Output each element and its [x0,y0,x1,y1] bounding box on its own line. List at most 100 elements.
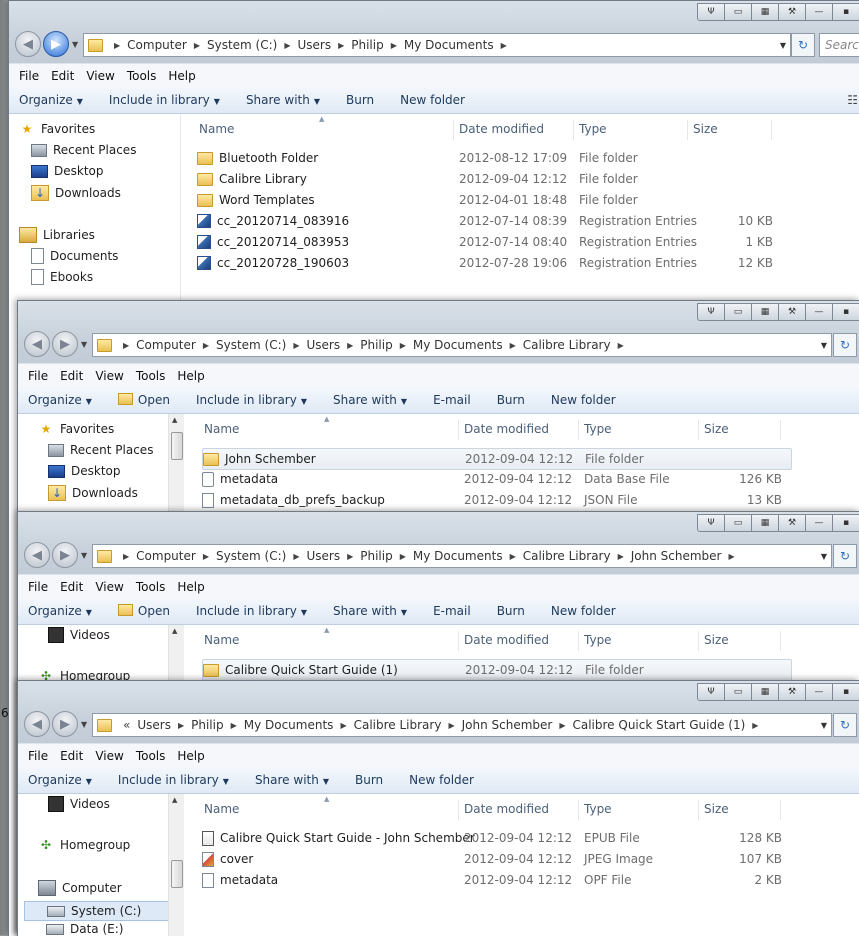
toolbar-open-button[interactable]: Open [117,393,170,407]
menu-item-edit[interactable]: Edit [60,369,83,383]
minimize-icon[interactable]: — [806,683,833,701]
toolbar-include-in-library-button[interactable]: Include in library ▼ [118,773,229,787]
column-separator[interactable] [698,800,699,820]
menu-item-view[interactable]: View [95,369,123,383]
breadcrumb-separator-icon[interactable]: ▶ [338,41,344,50]
refresh-icon[interactable]: ↻ [833,544,857,568]
column-header-type[interactable]: Type [579,114,607,144]
close-icon[interactable]: ▪ [833,683,859,701]
scroll-up-icon[interactable]: ▲ [172,627,177,635]
toolbar-new-folder-button[interactable]: New folder [551,393,616,407]
breadcrumb-item[interactable]: Users [306,549,340,563]
menu-item-help[interactable]: Help [168,69,195,83]
menu-item-file[interactable]: File [19,69,39,83]
nav-item-documents[interactable]: Documents [31,248,118,264]
pin-icon[interactable]: Ψ [697,514,725,532]
breadcrumb-item[interactable]: My Documents [413,549,503,563]
grid-icon[interactable]: ▦ [752,3,779,21]
file-row[interactable]: John Schember 2012-09-04 12:12 File folder [202,448,792,470]
column-header-name[interactable]: Name [204,414,239,444]
breadcrumb-item[interactable]: Calibre Quick Start Guide (1) [572,718,745,732]
breadcrumb-item[interactable]: Calibre Library [523,549,611,563]
address-bar[interactable]: « Users ▶ Philip ▶ My Documents ▶ Calibre Libra… [92,713,832,737]
breadcrumb-item[interactable]: Philip [351,38,383,52]
toolbar-organize-button[interactable]: Organize ▼ [19,93,83,107]
back-arrow-icon[interactable]: ◀ [24,542,50,568]
column-header-name[interactable]: Name [204,794,239,824]
breadcrumb-separator-icon[interactable]: ▶ [347,552,353,561]
file-row[interactable]: cc_20120714_083953 2012-07-14 08:40 Regist… [197,232,781,252]
column-header-size[interactable]: Size [704,414,729,444]
toolbar-new-folder-button[interactable]: New folder [400,93,465,107]
back-arrow-icon[interactable]: ◀ [15,31,41,57]
history-dropdown-icon[interactable]: ▼ [72,40,78,49]
breadcrumb-separator-icon[interactable]: ▶ [203,341,209,350]
file-row[interactable]: metadata_db_prefs_backup 2012-09-04 12:12… [202,490,790,510]
column-separator[interactable] [780,631,781,651]
file-row[interactable]: cc_20120714_083916 2012-07-14 08:39 Regist… [197,211,781,231]
column-separator[interactable] [780,420,781,440]
breadcrumb-item[interactable]: My Documents [244,718,334,732]
column-separator[interactable] [687,120,688,140]
address-dropdown-icon[interactable]: ▼ [821,721,827,730]
nav-item-data-e-[interactable]: Data (E:) [46,922,123,936]
toolbar-organize-button[interactable]: Organize ▼ [28,773,92,787]
column-separator[interactable] [698,420,699,440]
nav-item-favorites[interactable]: ★ Favorites [38,422,115,436]
nav-item-favorites[interactable]: ★ Favorites [19,122,96,136]
column-separator[interactable] [771,120,772,140]
address-dropdown-icon[interactable]: ▼ [821,341,827,350]
breadcrumb-separator-icon[interactable]: ▶ [231,721,237,730]
address-bar[interactable]: ▶ Computer ▶ System (C:) ▶ Users ▶ Philip ▶ My Do… [83,33,791,57]
forward-arrow-icon[interactable]: ▶ [52,542,78,568]
scroll-thumb[interactable] [171,860,183,888]
nav-item-recent-places[interactable]: Recent Places [48,443,153,457]
history-dropdown-icon[interactable]: ▼ [81,720,87,729]
column-header-date[interactable]: Date modified [464,794,549,824]
toolbar-burn-button[interactable]: Burn [346,93,374,107]
menu-item-help[interactable]: Help [177,580,204,594]
breadcrumb-separator-icon[interactable]: ▶ [293,341,299,350]
minimize-icon[interactable]: — [806,3,833,21]
toolbar-e-mail-button[interactable]: E-mail [433,393,471,407]
nav-item-computer[interactable]: Computer [38,880,122,896]
breadcrumb-item[interactable]: Calibre Library [523,338,611,352]
breadcrumb-item[interactable]: John Schember [631,549,722,563]
breadcrumb-item[interactable]: John Schember [462,718,553,732]
breadcrumb-separator-icon[interactable]: ▶ [178,721,184,730]
nav-item-desktop[interactable]: Desktop [31,164,104,178]
column-header-name[interactable]: Name [204,625,239,655]
menu-item-edit[interactable]: Edit [51,69,74,83]
history-dropdown-icon[interactable]: ▼ [81,551,87,560]
file-row[interactable]: metadata 2012-09-04 12:12 OPF File 2 KB [202,870,790,890]
breadcrumb-separator-icon[interactable]: ▶ [123,341,129,350]
menu-item-view[interactable]: View [95,580,123,594]
address-bar[interactable]: ▶ Computer ▶ System (C:) ▶ Users ▶ Philip ▶ My Do… [92,333,832,357]
breadcrumb-item[interactable]: Computer [136,549,196,563]
toolbar-burn-button[interactable]: Burn [355,773,383,787]
breadcrumb-separator-icon[interactable]: ▶ [618,341,624,350]
path-overflow-icon[interactable]: « [123,718,130,732]
file-row[interactable]: cc_20120728_190603 2012-07-28 19:06 Regist… [197,253,781,273]
refresh-icon[interactable]: ↻ [833,713,857,737]
menu-item-view[interactable]: View [95,749,123,763]
toolbar-e-mail-button[interactable]: E-mail [433,604,471,618]
toolbar-include-in-library-button[interactable]: Include in library ▼ [196,393,307,407]
forward-arrow-icon[interactable]: ▶ [43,31,69,57]
column-header-size[interactable]: Size [693,114,718,144]
breadcrumb-separator-icon[interactable]: ▶ [293,552,299,561]
toolbar-share-with-button[interactable]: Share with ▼ [255,773,329,787]
grid-icon[interactable]: ▦ [752,514,779,532]
toolbar-share-with-button[interactable]: Share with ▼ [246,93,320,107]
grid-icon[interactable]: ▦ [752,683,779,701]
close-icon[interactable]: ▪ [833,3,859,21]
nav-item-libraries[interactable]: Libraries [19,227,95,243]
explorer-window-quick-start-guide[interactable]: Ψ ▭ ▦ ⚒ — ▪ ◀ ▶ ▼ «Users ▶ Philip ▶ My Documents ▶ Cali… [17,680,859,936]
breadcrumb-separator-icon[interactable]: ▶ [559,721,565,730]
toolbar-share-with-button[interactable]: Share with ▼ [333,393,407,407]
history-dropdown-icon[interactable]: ▼ [81,340,87,349]
menu-item-tools[interactable]: Tools [136,580,166,594]
change-view-icon[interactable]: ☷ [847,93,858,107]
breadcrumb-item[interactable]: My Documents [413,338,503,352]
breadcrumb-separator-icon[interactable]: ▶ [510,341,516,350]
